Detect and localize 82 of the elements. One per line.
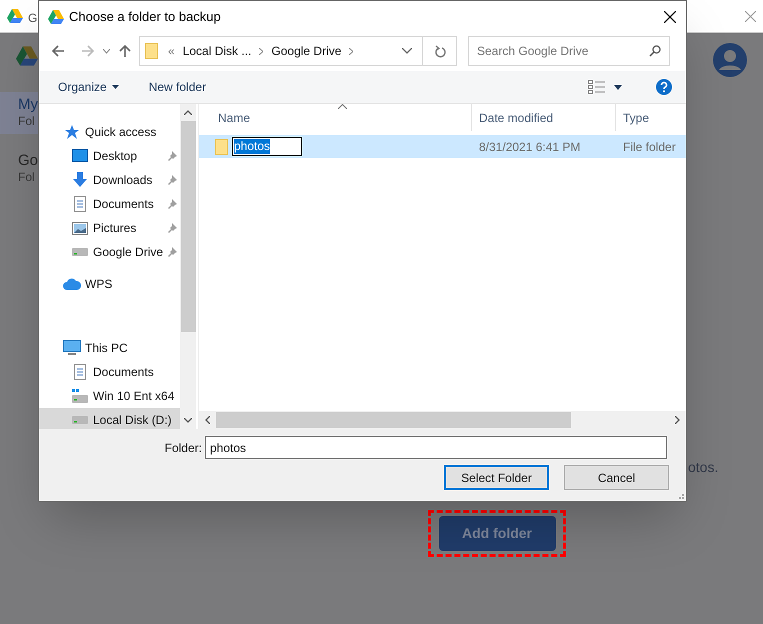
sidebar-title: Go	[18, 151, 40, 170]
pin-icon[interactable]	[167, 247, 177, 257]
organize-menu-button[interactable]: Organize	[58, 78, 119, 96]
star-icon	[63, 124, 81, 140]
sidebar-subtitle: Fol	[18, 114, 36, 129]
date-cell-text: 8/31/2021 6:41 PM	[478, 138, 582, 156]
refresh-icon	[434, 44, 446, 58]
drive-icon	[71, 388, 89, 404]
nav-item[interactable]: Pictures	[39, 216, 180, 240]
help-icon[interactable]	[656, 79, 672, 95]
caret-icon[interactable]	[614, 84, 622, 90]
folder-icon	[215, 138, 228, 154]
breadcrumb-link[interactable]: Google Drive	[271, 42, 342, 60]
search-icon[interactable]	[649, 45, 661, 57]
scroll-down-icon[interactable]	[184, 418, 192, 423]
refresh-button[interactable]	[423, 36, 457, 66]
caret-icon	[112, 85, 119, 89]
pin-icon[interactable]	[167, 151, 177, 161]
window-title: Choose a folder to backup	[69, 8, 221, 26]
scroll-up-icon[interactable]	[184, 110, 192, 115]
back-arrow-icon[interactable]	[51, 44, 65, 58]
scroll-right-icon[interactable]	[675, 416, 680, 424]
column-header[interactable]: Type	[616, 104, 686, 131]
desktop-icon	[71, 148, 89, 164]
column-header[interactable]: Date modified	[472, 104, 616, 131]
description-text: otos.	[688, 458, 718, 477]
avatar-icon[interactable]	[713, 43, 747, 77]
nav-item[interactable]: Documents	[39, 192, 180, 216]
nav-item[interactable]: Google Drive	[39, 240, 180, 264]
pin-icon[interactable]	[167, 175, 177, 185]
type-cell-text: File folder	[622, 138, 677, 156]
nav-item[interactable]: Desktop	[39, 144, 180, 168]
pin-icon[interactable]	[167, 223, 177, 233]
nav-item[interactable]: Local Disk (D:)	[39, 408, 180, 429]
scrollbar[interactable]	[199, 411, 686, 429]
folder-input-field[interactable]: photos	[205, 436, 667, 459]
nav-item[interactable]: This PC	[39, 336, 180, 360]
folder-icon	[145, 43, 158, 59]
computer-icon	[63, 340, 81, 356]
organize-label: Organize	[58, 79, 107, 96]
document-icon	[71, 196, 89, 212]
drive-logo-icon	[7, 9, 23, 23]
pin-icon[interactable]	[167, 199, 177, 209]
folder-label: Folder:	[164, 440, 203, 456]
file-row[interactable]: photos 8/31/2021 6:41 PM File folder	[199, 135, 686, 158]
overflow-chevron-text: «	[168, 43, 175, 60]
dropdown-icon[interactable]	[402, 48, 412, 54]
drive-logo-icon	[16, 46, 38, 66]
scroll-left-icon[interactable]	[205, 416, 210, 424]
column-label: Date modified	[479, 110, 554, 126]
drive-logo-icon	[48, 10, 64, 24]
picture-icon	[71, 220, 89, 236]
nav-item[interactable]: Win 10 Ent x64	[39, 384, 180, 408]
nav-item[interactable]: Documents	[39, 360, 180, 384]
select-folder-button[interactable]: Select Folder	[444, 465, 549, 490]
new-folder-button[interactable]: New folder	[148, 78, 206, 96]
scrollbar[interactable]	[180, 104, 196, 429]
column-label: Name	[218, 110, 250, 126]
chevron-icon	[259, 48, 264, 54]
scroll-thumb[interactable]	[216, 412, 571, 428]
list-view-icon[interactable]	[588, 80, 605, 94]
column-label: Type	[623, 110, 650, 126]
forward-arrow-icon[interactable]	[81, 44, 95, 58]
column-header[interactable]: Name	[199, 104, 472, 131]
sidebar-title: My	[18, 95, 39, 114]
search-field[interactable]: Search Google Drive	[468, 36, 670, 66]
chevron-icon	[349, 48, 354, 54]
sidebar-subtitle: Fol	[18, 170, 36, 185]
close-icon[interactable]	[664, 11, 676, 23]
scroll-thumb[interactable]	[180, 121, 196, 332]
nav-item[interactable]: Downloads	[39, 168, 180, 192]
tab-title: G	[28, 10, 38, 27]
nav-item[interactable]: WPS	[39, 272, 180, 296]
download-arrow-icon	[71, 172, 89, 188]
document-icon	[71, 364, 89, 380]
cancel-button[interactable]: Cancel	[564, 465, 669, 490]
address-bar[interactable]: « Local Disk ... Google Drive	[139, 36, 423, 66]
rename-field[interactable]: photos	[232, 137, 302, 156]
cloud-icon	[63, 276, 81, 292]
up-arrow-icon[interactable]	[118, 44, 132, 58]
breadcrumb-link[interactable]: Local Disk ...	[182, 42, 252, 60]
resize-grip-icon[interactable]	[676, 491, 684, 499]
